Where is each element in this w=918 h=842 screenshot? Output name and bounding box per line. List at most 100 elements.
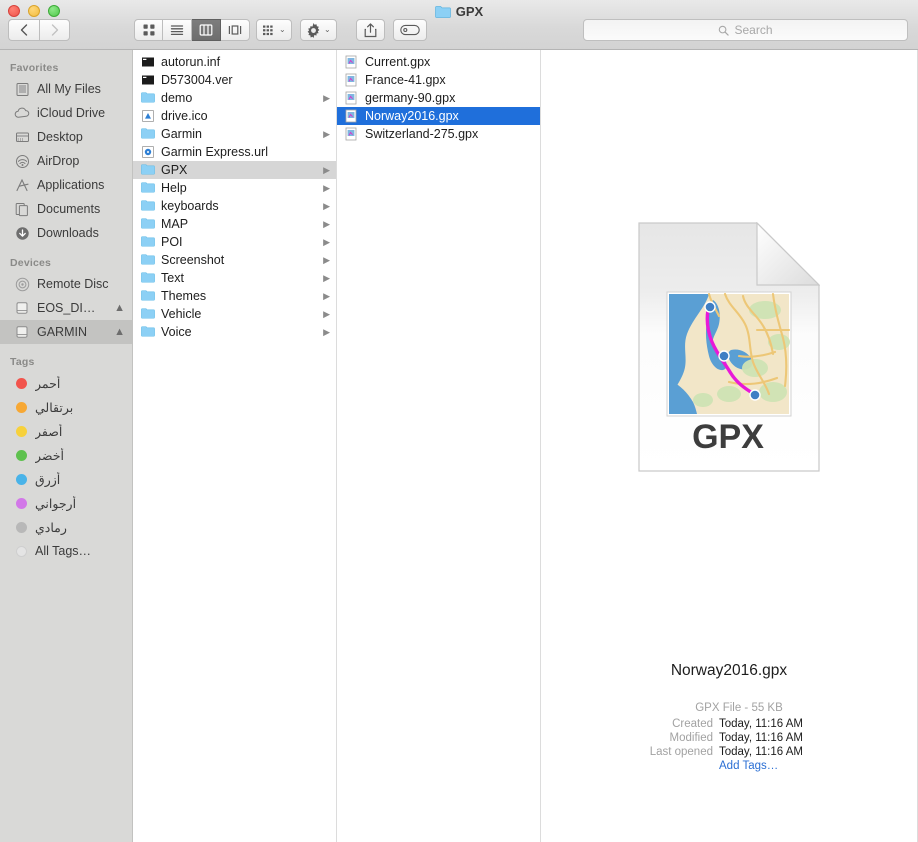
sidebar-item-label: AirDrop: [37, 154, 80, 168]
list-item-gpx-folder[interactable]: GPX ▶: [133, 161, 336, 179]
arrange-button[interactable]: ⌄: [256, 19, 292, 41]
sidebar-tag-orange[interactable]: برتقالي: [0, 395, 132, 419]
sidebar-item-label: Downloads: [37, 226, 99, 240]
list-item-label: Garmin Express.url: [161, 145, 268, 159]
back-button[interactable]: [8, 19, 39, 41]
list-item-label: drive.ico: [161, 109, 208, 123]
share-button[interactable]: [356, 19, 385, 41]
sidebar-item-downloads[interactable]: Downloads: [0, 221, 132, 245]
folder-icon: [434, 5, 451, 18]
list-item[interactable]: germany-90.gpx: [337, 89, 540, 107]
disclosure-arrow-icon: ▶: [323, 308, 330, 319]
metadata-row-created: Created Today, 11:16 AM: [541, 718, 917, 730]
list-item[interactable]: France-41.gpx: [337, 71, 540, 89]
sidebar: Favorites All My Files iCloud Drive Desk…: [0, 50, 133, 842]
sidebar-tag-purple[interactable]: أرجواني: [0, 491, 132, 515]
list-item-label: demo: [161, 91, 193, 105]
coverflow-view-button[interactable]: [221, 19, 250, 41]
list-item[interactable]: MAP ▶: [133, 215, 336, 233]
tag-color-dot: [16, 521, 27, 533]
list-item-label: Screenshot: [161, 253, 225, 267]
eject-icon[interactable]: ▲: [114, 326, 125, 338]
titlebar: GPX ⌄ ⌄ Search: [0, 0, 918, 50]
list-item[interactable]: keyboards ▶: [133, 197, 336, 215]
sidebar-item-icloud-drive[interactable]: iCloud Drive: [0, 101, 132, 125]
file-kind-and-size: GPX File - 55 KB: [695, 702, 783, 714]
add-tags-spacer: [541, 760, 713, 772]
gpx-file-icon: [345, 127, 359, 141]
disclosure-arrow-icon: ▶: [323, 182, 330, 193]
list-item[interactable]: Screenshot ▶: [133, 251, 336, 269]
list-item[interactable]: Garmin Express.url: [133, 143, 336, 161]
list-item[interactable]: Help ▶: [133, 179, 336, 197]
list-item[interactable]: POI ▶: [133, 233, 336, 251]
url-file-icon: [141, 145, 155, 159]
sidebar-header-devices: Devices: [10, 257, 52, 269]
eject-icon[interactable]: ▲: [114, 302, 125, 314]
list-view-icon: [170, 25, 184, 36]
sidebar-tag-red[interactable]: أحمر: [0, 371, 132, 395]
disclosure-arrow-icon: ▶: [323, 236, 330, 247]
forward-button[interactable]: [39, 19, 70, 41]
sidebar-item-applications[interactable]: Applications: [0, 173, 132, 197]
drive-icon: [14, 324, 30, 340]
folder-icon: [141, 235, 155, 249]
search-field[interactable]: Search: [583, 19, 908, 41]
column-1[interactable]: autorun.inf D573004.ver demo ▶ drive.ico…: [133, 50, 337, 842]
column-2[interactable]: Current.gpx France-41.gpx germany-90.gpx: [337, 50, 541, 842]
sidebar-tag-blue[interactable]: أزرق: [0, 467, 132, 491]
applications-icon: [14, 177, 30, 193]
sidebar-item-garmin[interactable]: GARMIN ▲: [0, 320, 132, 344]
list-item-norway2016[interactable]: Norway2016.gpx: [337, 107, 540, 125]
list-item-label: Voice: [161, 325, 192, 339]
list-item-label: Text: [161, 271, 184, 285]
list-item[interactable]: Voice ▶: [133, 323, 336, 341]
sidebar-item-desktop[interactable]: Desktop: [0, 125, 132, 149]
list-item-label: GPX: [161, 163, 188, 177]
icon-view-button[interactable]: [134, 19, 163, 41]
icon-view-icon: [143, 24, 154, 36]
folder-icon: [141, 307, 155, 321]
share-icon: [364, 22, 377, 37]
list-item-label: D573004.ver: [161, 73, 233, 87]
tag-icon: [400, 24, 420, 36]
add-tags-link[interactable]: Add Tags…: [719, 760, 778, 772]
column-view-button[interactable]: [192, 19, 221, 41]
sidebar-item-label: GARMIN: [37, 325, 87, 339]
tag-color-dot: [16, 473, 27, 485]
list-view-button[interactable]: [163, 19, 192, 41]
sidebar-item-documents[interactable]: Documents: [0, 197, 132, 221]
list-item[interactable]: Text ▶: [133, 269, 336, 287]
gpx-file-icon: [345, 109, 359, 123]
sidebar-item-airdrop[interactable]: AirDrop: [0, 149, 132, 173]
last-opened-value: Today, 11:16 AM: [719, 746, 803, 758]
sidebar-tag-gray[interactable]: رمادي: [0, 515, 132, 539]
sidebar-item-remote-disc[interactable]: Remote Disc: [0, 272, 132, 296]
sidebar-item-label: EOS_DI…: [37, 301, 96, 315]
list-item-label: Help: [161, 181, 187, 195]
view-mode-group: [134, 19, 250, 41]
remote-disc-icon: [14, 276, 30, 292]
sidebar-item-eos-di[interactable]: EOS_DI… ▲: [0, 296, 132, 320]
tag-button[interactable]: [393, 19, 427, 41]
list-item[interactable]: demo ▶: [133, 89, 336, 107]
action-button[interactable]: ⌄: [300, 19, 337, 41]
list-item[interactable]: Switzerland-275.gpx: [337, 125, 540, 143]
column-browser: autorun.inf D573004.ver demo ▶ drive.ico…: [133, 50, 918, 842]
list-item[interactable]: Current.gpx: [337, 53, 540, 71]
tag-group: [393, 19, 427, 41]
list-item[interactable]: D573004.ver: [133, 71, 336, 89]
ver-file-icon: [141, 73, 155, 87]
list-item[interactable]: drive.ico: [133, 107, 336, 125]
list-item[interactable]: autorun.inf: [133, 53, 336, 71]
metadata-row-add-tags: Add Tags…: [541, 760, 917, 772]
sidebar-tag-all-tags[interactable]: All Tags…: [0, 539, 132, 563]
sidebar-tag-yellow[interactable]: أصفر: [0, 419, 132, 443]
list-item[interactable]: Garmin ▶: [133, 125, 336, 143]
gpx-file-icon: [345, 91, 359, 105]
disclosure-arrow-icon: ▶: [323, 200, 330, 211]
sidebar-tag-green[interactable]: أخضر: [0, 443, 132, 467]
sidebar-item-all-my-files[interactable]: All My Files: [0, 77, 132, 101]
list-item[interactable]: Vehicle ▶: [133, 305, 336, 323]
list-item[interactable]: Themes ▶: [133, 287, 336, 305]
